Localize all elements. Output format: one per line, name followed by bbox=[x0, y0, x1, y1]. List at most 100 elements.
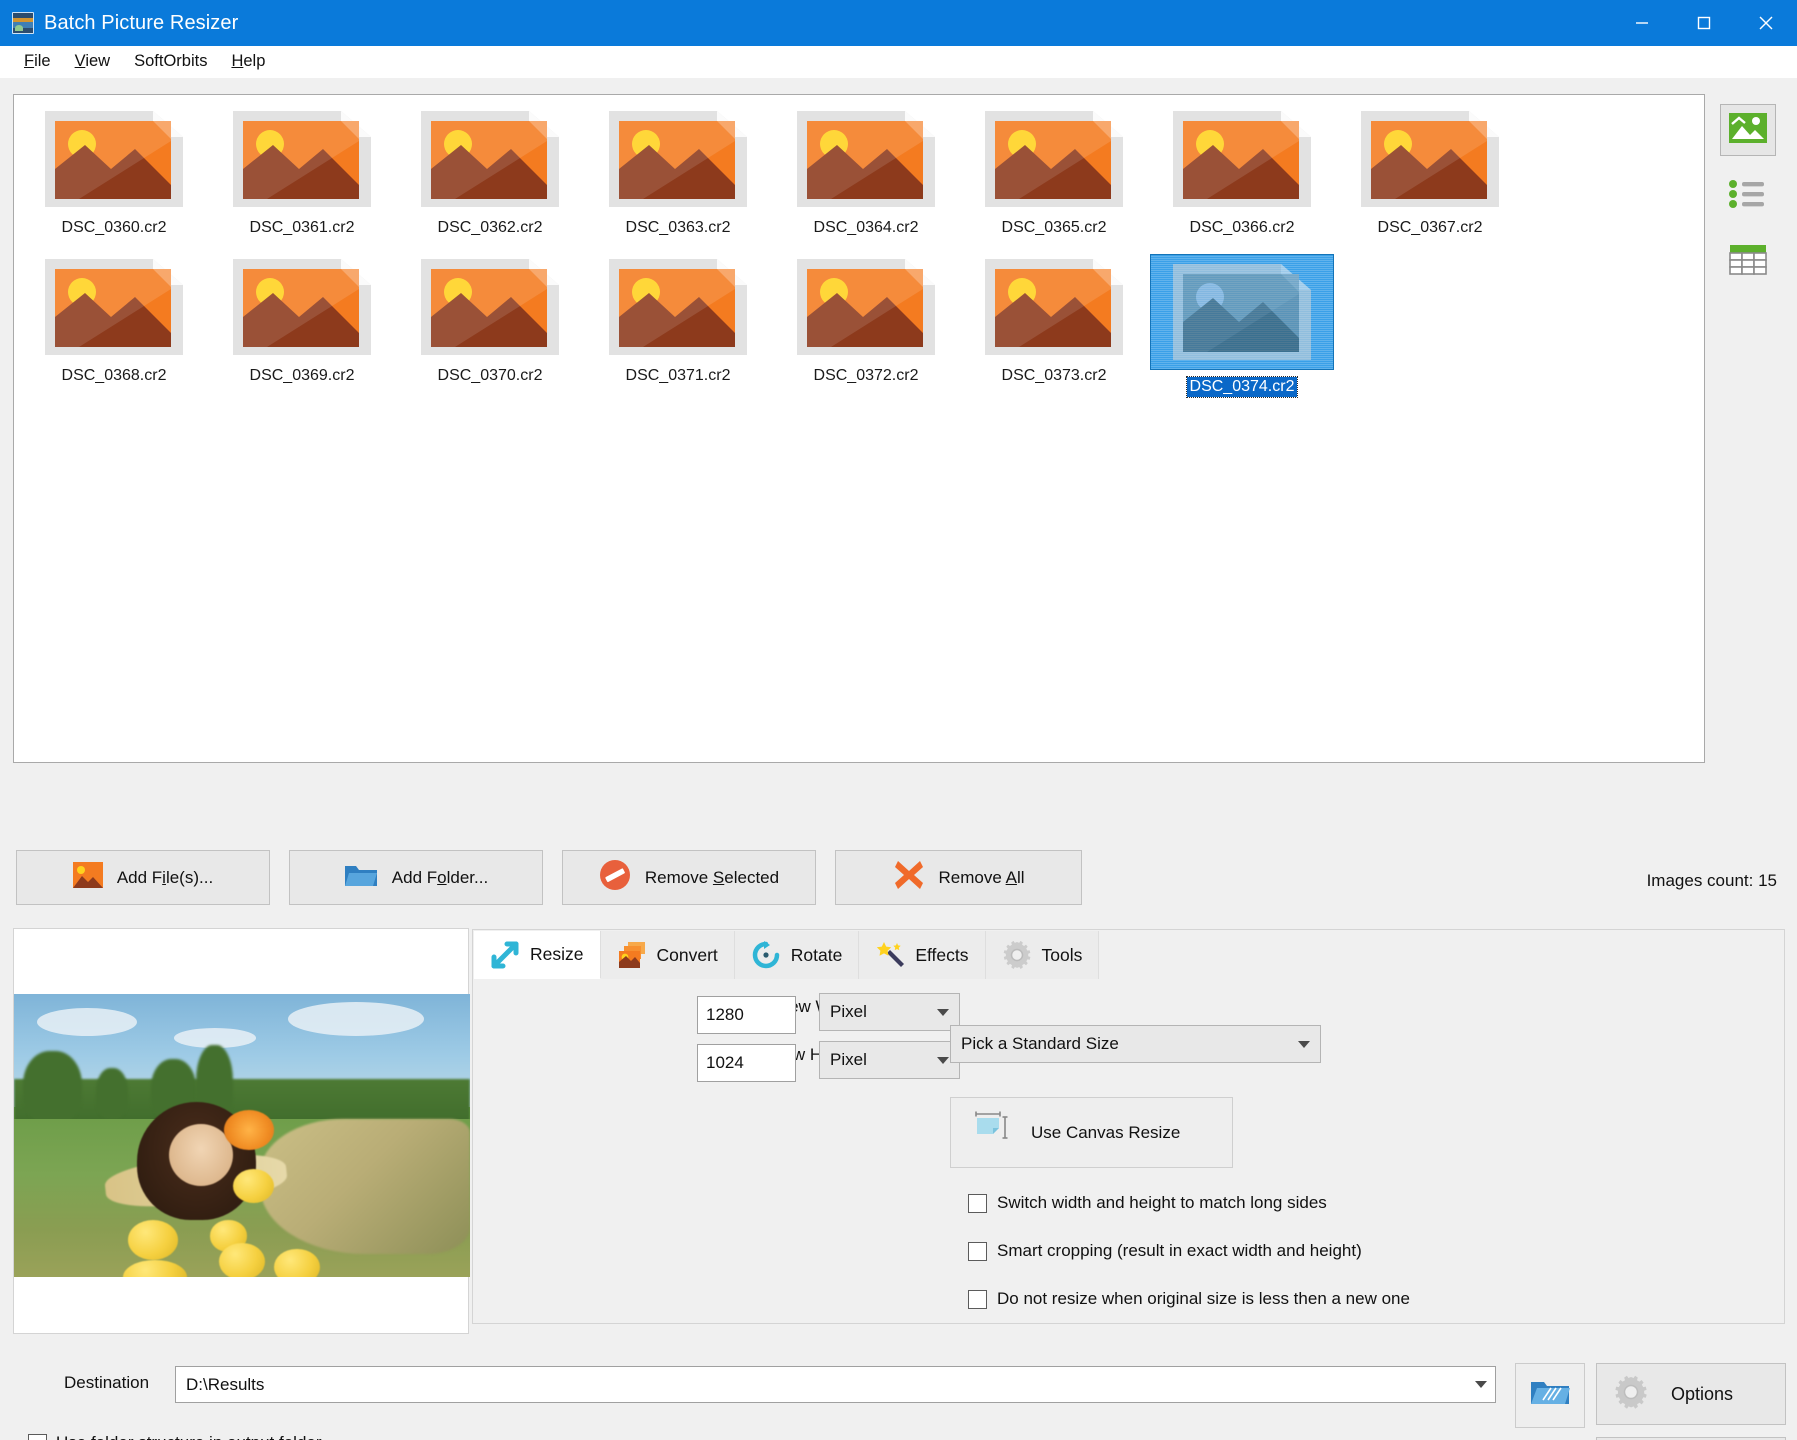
thumbnail-item[interactable]: DSC_0368.cr2 bbox=[20, 249, 208, 397]
new-width-unit-select[interactable]: Pixel bbox=[819, 993, 960, 1031]
thumbnail-label: DSC_0367.cr2 bbox=[1377, 219, 1483, 236]
tab-label: Resize bbox=[530, 944, 584, 964]
chevron-down-icon bbox=[1298, 1040, 1310, 1048]
tab-effects[interactable]: Effects bbox=[859, 931, 986, 979]
new-width-row: New Width bbox=[473, 997, 873, 1017]
menu-file[interactable]: File bbox=[12, 48, 63, 75]
thumbnail-view-button[interactable] bbox=[1720, 104, 1776, 156]
thumbnail-item[interactable]: DSC_0363.cr2 bbox=[584, 101, 772, 249]
image-file-icon bbox=[1173, 111, 1311, 207]
checkbox-switch-wh[interactable]: Switch width and height to match long si… bbox=[968, 1193, 1327, 1213]
thumbnail-item[interactable]: DSC_0360.cr2 bbox=[20, 101, 208, 249]
thumbnail-item[interactable]: DSC_0365.cr2 bbox=[960, 101, 1148, 249]
thumbnail-label: DSC_0371.cr2 bbox=[625, 367, 731, 384]
preview-image bbox=[14, 994, 470, 1277]
tab-convert[interactable]: Convert bbox=[600, 931, 735, 979]
thumbnail-item[interactable]: DSC_0364.cr2 bbox=[772, 101, 960, 249]
chevron-down-icon[interactable] bbox=[1475, 1381, 1487, 1388]
picture-icon bbox=[1728, 112, 1768, 149]
thumbnail-label: DSC_0364.cr2 bbox=[813, 219, 919, 236]
window-title: Batch Picture Resizer bbox=[44, 11, 239, 34]
checkbox-label: Smart cropping (result in exact width an… bbox=[997, 1241, 1362, 1260]
thumbnail-label: DSC_0361.cr2 bbox=[249, 219, 355, 236]
canvas-resize-icon bbox=[973, 1110, 1011, 1155]
standard-size-value: Pick a Standard Size bbox=[961, 1034, 1119, 1053]
no-entry-icon bbox=[599, 859, 631, 896]
image-file-icon bbox=[797, 259, 935, 355]
thumbnail-label: DSC_0369.cr2 bbox=[249, 367, 355, 384]
tab-tools[interactable]: Tools bbox=[985, 931, 1100, 979]
window-controls bbox=[1611, 0, 1797, 46]
thumbnail-label: DSC_0374.cr2 bbox=[1185, 376, 1299, 398]
tab-resize[interactable]: Resize bbox=[474, 931, 601, 979]
image-file-icon bbox=[1361, 111, 1499, 207]
image-file-icon bbox=[797, 111, 935, 207]
image-file-icon bbox=[233, 259, 371, 355]
main-area: DSC_0360.cr2 DSC_0361.cr2 DSC_0362.cr2 DSC_… bbox=[0, 78, 1797, 1440]
menu-softorbits[interactable]: SoftOrbits bbox=[122, 48, 219, 75]
list-view-button[interactable] bbox=[1720, 170, 1776, 222]
add-files-button[interactable]: Add File(s)... bbox=[16, 850, 270, 905]
details-view-button[interactable] bbox=[1720, 236, 1776, 288]
thumbnail-item[interactable]: DSC_0366.cr2 bbox=[1148, 101, 1336, 249]
image-file-icon bbox=[421, 259, 559, 355]
list-icon bbox=[1728, 178, 1768, 215]
new-height-row: New Height bbox=[473, 1045, 873, 1065]
destination-input[interactable]: D:\Results bbox=[175, 1366, 1496, 1403]
thumbnail-item[interactable]: DSC_0371.cr2 bbox=[584, 249, 772, 397]
new-height-unit-select[interactable]: Pixel bbox=[819, 1041, 960, 1079]
app-icon bbox=[12, 12, 34, 34]
menu-help[interactable]: Help bbox=[219, 48, 277, 75]
settings-tab-panel: Resize Convert Rotate Effects Tools New Widt… bbox=[472, 929, 1785, 1324]
remove-all-button[interactable]: Remove All bbox=[835, 850, 1082, 905]
image-file-icon bbox=[985, 111, 1123, 207]
use-folder-structure-checkbox[interactable]: Use folder structure in output folder bbox=[28, 1433, 322, 1440]
tab-label: Rotate bbox=[790, 944, 843, 965]
minimize-icon[interactable] bbox=[1611, 0, 1673, 46]
thumbnail-item[interactable]: DSC_0374.cr2 bbox=[1148, 249, 1336, 398]
thumbnail-item[interactable]: DSC_0362.cr2 bbox=[396, 101, 584, 249]
standard-size-select[interactable]: Pick a Standard Size bbox=[950, 1025, 1321, 1063]
thumbnail-image bbox=[979, 255, 1129, 359]
thumbnail-item[interactable]: DSC_0373.cr2 bbox=[960, 249, 1148, 397]
thumbnail-image bbox=[1355, 107, 1505, 211]
image-file-icon bbox=[609, 111, 747, 207]
checkbox-box bbox=[968, 1289, 987, 1309]
thumbnail-image bbox=[39, 255, 189, 359]
remove-all-label: Remove All bbox=[938, 867, 1025, 887]
maximize-icon[interactable] bbox=[1673, 0, 1735, 46]
new-height-input[interactable]: 1024 bbox=[697, 1044, 796, 1082]
image-file-icon bbox=[985, 259, 1123, 355]
new-width-input[interactable]: 1280 bbox=[697, 996, 796, 1034]
thumbnail-label: DSC_0370.cr2 bbox=[437, 367, 543, 384]
thumbnail-item[interactable]: DSC_0372.cr2 bbox=[772, 249, 960, 397]
tab-rotate[interactable]: Rotate bbox=[734, 931, 860, 979]
image-file-icon bbox=[1173, 264, 1311, 360]
thumbnail-image bbox=[1151, 255, 1333, 369]
thumbnail-item[interactable]: DSC_0370.cr2 bbox=[396, 249, 584, 397]
thumbnail-image bbox=[791, 255, 941, 359]
add-folder-label: Add Folder... bbox=[391, 867, 489, 887]
thumbnail-label: DSC_0360.cr2 bbox=[61, 219, 167, 236]
options-button[interactable]: Options bbox=[1596, 1363, 1786, 1425]
remove-selected-label: Remove Selected bbox=[644, 867, 780, 887]
preview-panel bbox=[13, 928, 470, 1334]
thumbnail-label: DSC_0365.cr2 bbox=[1001, 219, 1107, 236]
menu-view[interactable]: View bbox=[63, 48, 122, 75]
checkbox-no-upscale[interactable]: Do not resize when original size is less… bbox=[968, 1289, 1410, 1309]
close-icon[interactable] bbox=[1735, 0, 1797, 46]
checkbox-smart-cropping[interactable]: Smart cropping (result in exact width an… bbox=[968, 1241, 1362, 1261]
thumbnail-grid: DSC_0360.cr2 DSC_0361.cr2 DSC_0362.cr2 DSC_… bbox=[14, 95, 1704, 398]
add-folder-button[interactable]: Add Folder... bbox=[289, 850, 543, 905]
thumbnail-item[interactable]: DSC_0367.cr2 bbox=[1336, 101, 1524, 249]
use-canvas-resize-label: Use Canvas Resize bbox=[1031, 1122, 1181, 1142]
file-list-panel[interactable]: DSC_0360.cr2 DSC_0361.cr2 DSC_0362.cr2 DSC_… bbox=[13, 94, 1705, 763]
browse-folder-button[interactable] bbox=[1515, 1363, 1585, 1428]
thumbnail-item[interactable]: DSC_0369.cr2 bbox=[208, 249, 396, 397]
image-file-icon bbox=[45, 259, 183, 355]
use-canvas-resize-button[interactable]: Use Canvas Resize bbox=[950, 1097, 1233, 1168]
thumbnail-item[interactable]: DSC_0361.cr2 bbox=[208, 101, 396, 249]
resize-arrows-icon bbox=[490, 940, 520, 970]
remove-selected-button[interactable]: Remove Selected bbox=[562, 850, 816, 905]
thumbnail-label: DSC_0368.cr2 bbox=[61, 367, 167, 384]
